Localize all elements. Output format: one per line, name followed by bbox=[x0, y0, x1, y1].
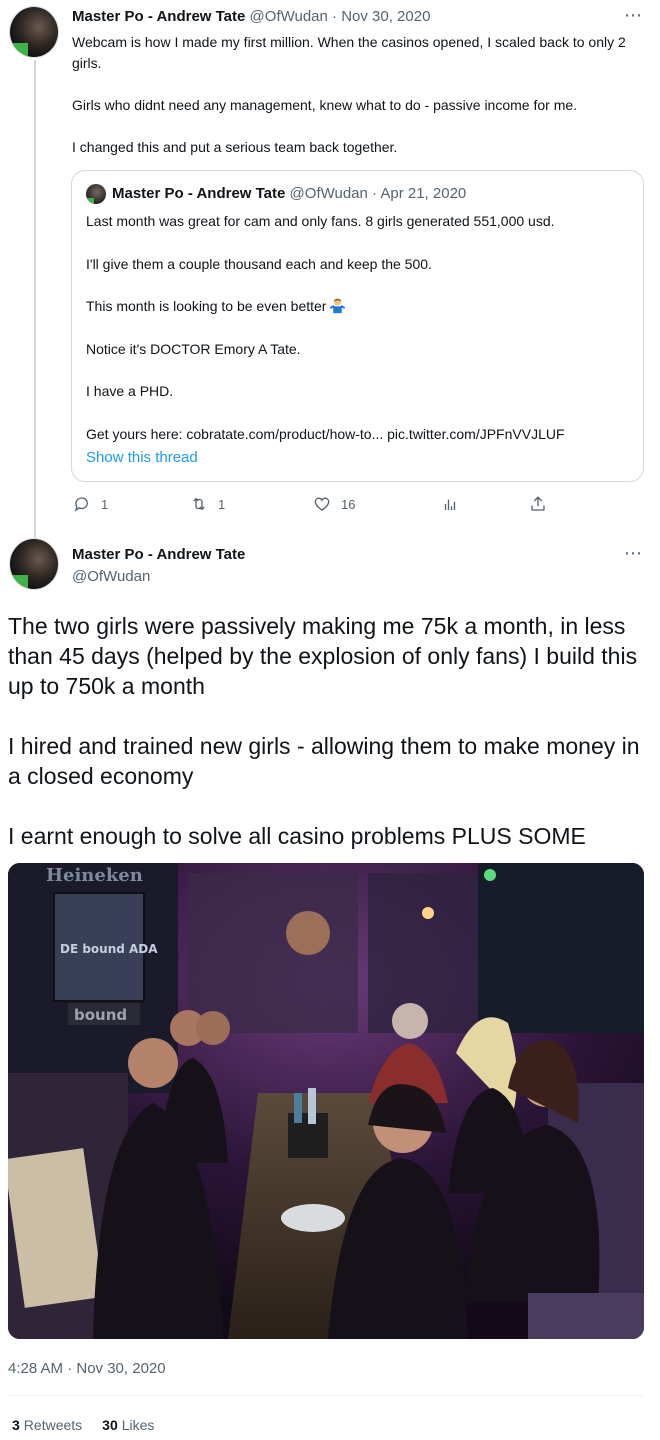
quoted-line: Notice it's DOCTOR Emory A Tate. bbox=[86, 340, 301, 357]
heart-icon bbox=[314, 497, 330, 511]
tweet-header: Master Po - Andrew Tate @OfWudan · Nov 3… bbox=[72, 8, 430, 25]
analytics-button[interactable] bbox=[441, 495, 469, 513]
tweet-timestamp[interactable]: 4:28 AM · Nov 30, 2020 bbox=[8, 1360, 166, 1377]
reply-paragraph: The two girls were passively making me 7… bbox=[8, 613, 638, 699]
tweet-paragraph: Girls who didnt need any management, kne… bbox=[72, 97, 578, 113]
retweets-stat[interactable]: 3 Retweets bbox=[12, 1417, 82, 1433]
like-button[interactable]: 16 bbox=[313, 495, 355, 513]
reply-text: The two girls were passively making me 7… bbox=[8, 611, 648, 851]
reply-button[interactable]: 1 bbox=[73, 495, 108, 513]
analytics-icon bbox=[444, 499, 456, 510]
author-avatar[interactable] bbox=[9, 6, 59, 58]
quoted-header: Master Po - Andrew Tate @OfWudan · Apr 2… bbox=[112, 185, 466, 202]
reply-count: 1 bbox=[101, 496, 109, 512]
retweet-count: 1 bbox=[218, 496, 226, 512]
reply-icon bbox=[74, 497, 88, 512]
quoted-line-text: This month is looking to be even better bbox=[86, 298, 327, 314]
photo-sign-bound: bound bbox=[74, 1006, 127, 1024]
share-icon bbox=[531, 496, 545, 511]
likes-stat[interactable]: 30 Likes bbox=[102, 1417, 154, 1433]
photo-sign-poster: DE bound ADA bbox=[60, 942, 158, 956]
more-options-icon[interactable]: ⋯ bbox=[624, 6, 643, 24]
photo-illustration: Heineken DE bound ADA bound bbox=[8, 863, 644, 1339]
retweet-button[interactable]: 1 bbox=[190, 495, 225, 513]
engagement-stats: 3 Retweets 30 Likes bbox=[12, 1417, 154, 1433]
tweet-actions: 1 1 16 bbox=[73, 495, 553, 517]
likes-label: Likes bbox=[121, 1417, 155, 1433]
divider bbox=[8, 1395, 644, 1396]
tweet-text: Webcam is how I made my first million. W… bbox=[72, 32, 647, 158]
quoted-line: This month is looking to be even better bbox=[86, 296, 631, 317]
reply-more-options-icon[interactable]: ⋯ bbox=[624, 544, 643, 562]
tweet-photo[interactable]: Heineken DE bound ADA bound bbox=[8, 863, 644, 1339]
quoted-author-name: Master Po - Andrew Tate bbox=[112, 185, 286, 202]
quoted-line: I have a PHD. bbox=[86, 383, 174, 399]
retweets-label: Retweets bbox=[23, 1417, 83, 1433]
quoted-text: Last month was great for cam and only fa… bbox=[86, 211, 631, 466]
photo-sign-heineken: Heineken bbox=[46, 865, 143, 886]
reply-author-name[interactable]: Master Po - Andrew Tate bbox=[72, 546, 245, 563]
thread-connector bbox=[34, 60, 36, 538]
quoted-line: I'll give them a couple thousand each an… bbox=[86, 255, 432, 272]
likes-count: 30 bbox=[102, 1417, 118, 1433]
share-button[interactable] bbox=[529, 495, 557, 513]
author-meta[interactable]: @OfWudan · Nov 30, 2020 bbox=[250, 8, 431, 25]
quoted-avatar bbox=[86, 184, 106, 204]
quoted-tweet[interactable]: Master Po - Andrew Tate @OfWudan · Apr 2… bbox=[71, 170, 644, 482]
quoted-line: Get yours here: cobratate.com/product/ho… bbox=[86, 425, 565, 442]
reply-paragraph: I hired and trained new girls - allowing… bbox=[8, 733, 640, 789]
author-name[interactable]: Master Po - Andrew Tate bbox=[72, 8, 245, 25]
quoted-line: Last month was great for cam and only fa… bbox=[86, 213, 555, 229]
show-thread-link[interactable]: Show this thread bbox=[86, 449, 198, 466]
man-shrugging-emoji-icon bbox=[330, 298, 346, 314]
retweet-icon bbox=[193, 497, 205, 511]
quoted-meta: @OfWudan · Apr 21, 2020 bbox=[289, 185, 467, 202]
retweets-count: 3 bbox=[12, 1417, 20, 1433]
reply-author-avatar[interactable] bbox=[9, 538, 59, 590]
reply-author-handle[interactable]: @OfWudan bbox=[72, 568, 150, 585]
like-count: 16 bbox=[341, 496, 356, 512]
reply-paragraph: I earnt enough to solve all casino probl… bbox=[8, 823, 586, 849]
tweet-paragraph: I changed this and put a serious team ba… bbox=[72, 139, 398, 155]
tweet-paragraph: Webcam is how I made my first million. W… bbox=[72, 34, 626, 71]
